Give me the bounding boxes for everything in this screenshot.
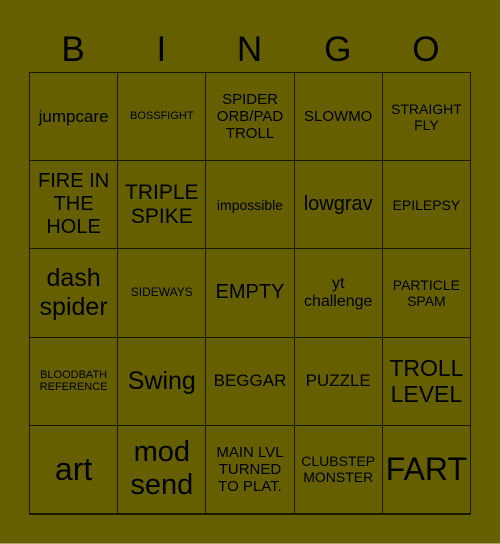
- bingo-cell-r4c5[interactable]: TROLL LEVEL: [382, 337, 471, 426]
- bingo-cell-r3c5[interactable]: PARTICLE SPAM: [382, 249, 471, 338]
- bingo-cell-r1c1[interactable]: jumpcare: [30, 73, 119, 162]
- bingo-header: B I N G O: [29, 28, 470, 72]
- bingo-cell-r5c1[interactable]: art: [30, 425, 119, 514]
- bingo-cell-r3c3[interactable]: EMPTY: [206, 249, 295, 338]
- bingo-cell-r2c5[interactable]: EPILEPSY: [382, 161, 471, 250]
- bingo-cell-r2c1[interactable]: FIRE IN THE HOLE: [30, 161, 119, 250]
- header-letter-i: I: [156, 30, 167, 69]
- bingo-board: jumpcare BOSSFIGHT SPIDER ORB/PAD TROLL …: [29, 72, 471, 514]
- bingo-cell-r4c2[interactable]: Swing: [118, 337, 207, 426]
- bingo-cell-r4c3[interactable]: BEGGAR: [206, 337, 295, 426]
- bingo-cell-r4c1[interactable]: BLOODBATH REFERENCE: [30, 337, 119, 426]
- bingo-cell-r5c2[interactable]: mod send: [118, 425, 207, 514]
- header-letter-n: N: [236, 30, 263, 69]
- bingo-cell-r3c4[interactable]: yt challenge: [294, 249, 383, 338]
- bingo-cell-r1c2[interactable]: BOSSFIGHT: [118, 73, 207, 162]
- bingo-cell-r3c1[interactable]: dash spider: [30, 249, 119, 338]
- header-letter-o: O: [412, 30, 440, 69]
- bingo-cell-r1c3[interactable]: SPIDER ORB/PAD TROLL: [206, 73, 295, 162]
- bingo-cell-r5c5[interactable]: FART: [382, 425, 471, 514]
- bingo-cell-r3c2[interactable]: SIDEWAYS: [118, 249, 207, 338]
- bingo-cell-r1c4[interactable]: SLOWMO: [294, 73, 383, 162]
- bingo-cell-r4c4[interactable]: PUZZLE: [294, 337, 383, 426]
- bingo-cell-r5c4[interactable]: CLUBSTEP MONSTER: [294, 425, 383, 514]
- bingo-cell-r2c4[interactable]: lowgrav: [294, 161, 383, 250]
- bingo-cell-r2c3[interactable]: impossible: [206, 161, 295, 250]
- bingo-cell-r5c3[interactable]: MAIN LVL TURNED TO PLAT.: [206, 425, 295, 514]
- header-letter-b: B: [61, 30, 85, 69]
- bingo-cell-r2c2[interactable]: TRIPLE SPIKE: [118, 161, 207, 250]
- bingo-cell-r1c5[interactable]: STRAIGHT FLY: [382, 73, 471, 162]
- header-letter-g: G: [324, 30, 352, 69]
